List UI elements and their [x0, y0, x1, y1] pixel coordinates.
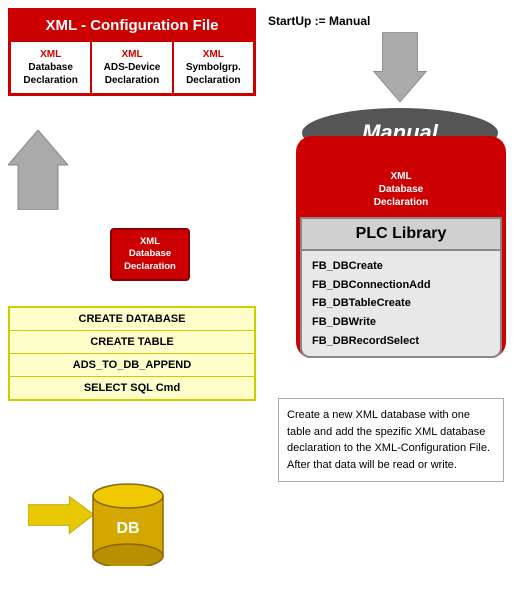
xml-cell-database: XML DatabaseDeclaration [11, 42, 92, 93]
sql-row-3: SELECT SQL Cmd [10, 377, 254, 399]
xml-config-box: XML - Configuration File XML DatabaseDec… [8, 8, 256, 96]
xml-db-small-line1: XML [140, 236, 160, 247]
xml-cell-symbol: XML Symbolgrp.Declaration [174, 42, 253, 93]
down-arrow-icon [370, 32, 430, 102]
yellow-arrow-icon [28, 490, 94, 540]
description-text: Create a new XML database with one table… [287, 409, 490, 471]
sql-row-1: CREATE TABLE [10, 331, 254, 354]
sql-row-0: CREATE DATABASE [10, 308, 254, 331]
sql-row-2: ADS_TO_DB_APPEND [10, 354, 254, 377]
plc-item-0: FB_DBCreate [312, 257, 490, 276]
xml-db-right-line2: Database [379, 184, 423, 195]
svg-text:DB: DB [116, 520, 139, 537]
xml-sub-2: Symbolgrp.Declaration [186, 62, 241, 86]
xml-db-right-label: XML Database Declaration [296, 166, 506, 217]
plc-item-1: FB_DBConnectionAdd [312, 276, 490, 295]
xml-db-right-line1: XML [390, 171, 411, 182]
red-container: XML Database Declaration PLC Library FB_… [296, 136, 506, 358]
sql-commands-box: CREATE DATABASE CREATE TABLE ADS_TO_DB_A… [8, 306, 256, 401]
up-arrow-icon [8, 130, 68, 210]
plc-item-2: FB_DBTableCreate [312, 294, 490, 313]
plc-library-box: PLC Library FB_DBCreate FB_DBConnectionA… [300, 217, 502, 358]
xml-db-small: XML Database Declaration [110, 228, 190, 281]
xml-db-small-line2: Database [129, 248, 171, 259]
xml-db-small-line3: Declaration [124, 261, 176, 272]
xml-config-cells: XML DatabaseDeclaration XML ADS-DeviceDe… [11, 40, 253, 93]
xml-label-2: XML [203, 49, 224, 60]
db-area: DB [88, 476, 168, 566]
xml-config-header: XML - Configuration File [11, 11, 253, 40]
plc-library-items: FB_DBCreate FB_DBConnectionAdd FB_DBTabl… [302, 251, 500, 356]
xml-label-0: XML [40, 49, 61, 60]
db-cylinder-icon: DB [88, 476, 168, 566]
xml-db-right-line3: Declaration [374, 197, 428, 208]
xml-label-1: XML [121, 49, 142, 60]
xml-sub-1: ADS-DeviceDeclaration [104, 62, 161, 86]
xml-cell-ads: XML ADS-DeviceDeclaration [92, 42, 173, 93]
description-box: Create a new XML database with one table… [278, 398, 504, 482]
plc-library-header: PLC Library [302, 219, 500, 251]
xml-sub-0: DatabaseDeclaration [23, 62, 77, 86]
plc-item-3: FB_DBWrite [312, 313, 490, 332]
plc-item-4: FB_DBRecordSelect [312, 332, 490, 351]
startup-label: StartUp := Manual [268, 14, 370, 28]
